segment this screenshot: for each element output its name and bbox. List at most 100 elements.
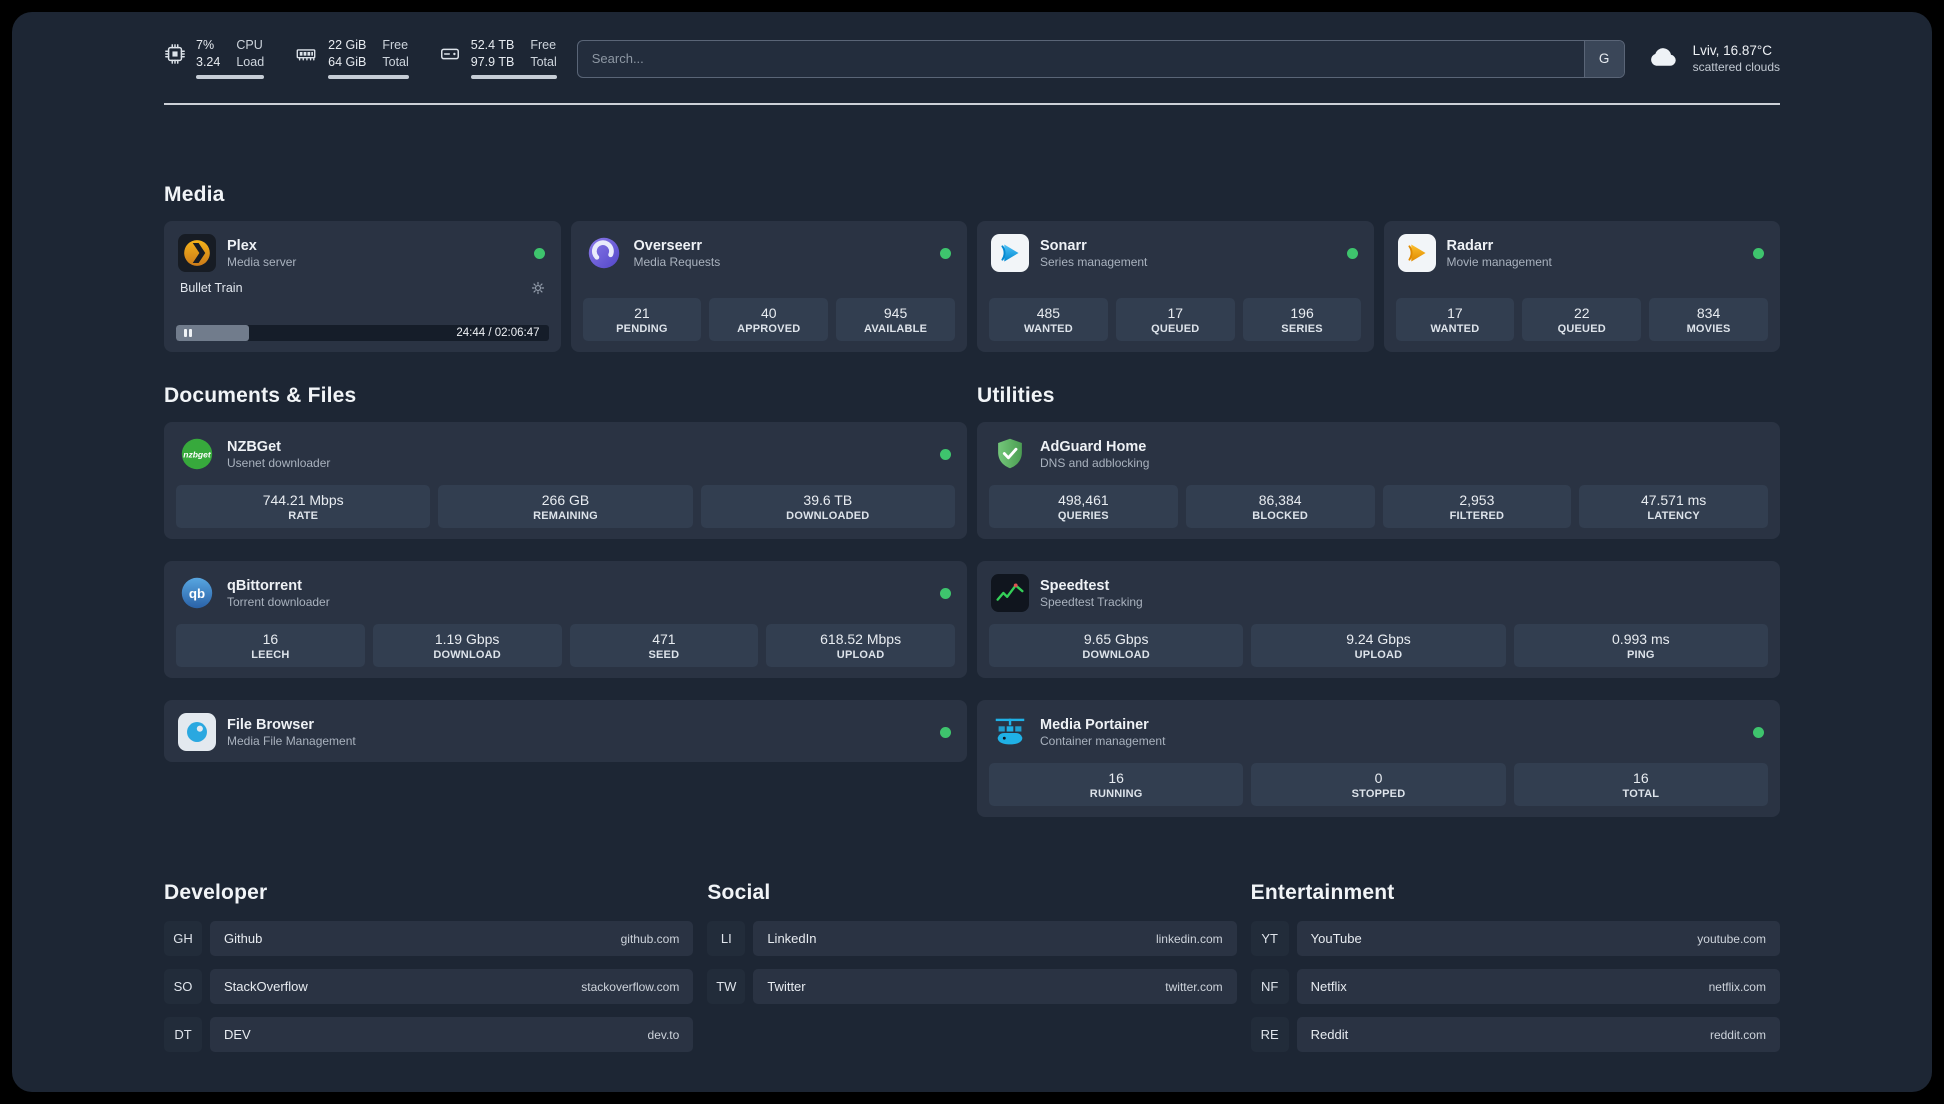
bookmark-twitter[interactable]: Twitter twitter.com: [753, 969, 1237, 1005]
stat-tile: 834 MOVIES: [1649, 298, 1768, 342]
stat-tile: 40 APPROVED: [709, 298, 829, 342]
section-title-documents: Documents & Files: [164, 384, 357, 408]
memory-total-value: 64 GiB: [328, 54, 367, 69]
bookmark-stackoverflow[interactable]: StackOverflow stackoverflow.com: [210, 969, 694, 1005]
app-name: qBittorrent: [227, 577, 302, 594]
bookmark-group-entertainment: Entertainment YT YouTube youtube.com NF …: [1250, 881, 1780, 1065]
nzbget-icon: nzbget: [181, 439, 213, 470]
cpu-usage-bar: [196, 75, 265, 80]
storage-free-value: 52.4 TB: [470, 38, 515, 52]
status-dot: [940, 448, 951, 460]
stat-tile: 196 SERIES: [1242, 298, 1362, 342]
status-dot: [940, 587, 951, 599]
app-name: Speedtest: [1040, 577, 1110, 594]
app-subtitle: DNS and adblocking: [1040, 455, 1150, 470]
memory-usage-bar: [328, 75, 409, 80]
section-utilities: Utilities AdGuard Home DNS and adblockin…: [977, 384, 1780, 818]
stat-tile: 0.993 ms PING: [1513, 624, 1768, 668]
stat-tile: 471 SEED: [569, 624, 759, 668]
nzbget-card[interactable]: nzbget NZBGet Usenet downloader 744.21 M…: [164, 422, 967, 540]
plex-card[interactable]: Plex Media server Bullet Train 24:44 / 0…: [164, 221, 561, 353]
status-dot: [1346, 247, 1358, 259]
filebrowser-card[interactable]: File Browser Media File Management: [164, 700, 967, 763]
app-name: Plex: [227, 237, 257, 254]
stat-tile: 86,384 BLOCKED: [1185, 485, 1375, 529]
adguard-card[interactable]: AdGuard Home DNS and adblocking 498,461 Q…: [977, 422, 1780, 540]
stat-tile: 16 RUNNING: [989, 763, 1244, 807]
plex-progress-bar[interactable]: 24:44 / 02:06:47: [176, 325, 549, 342]
bookmark-github[interactable]: Github github.com: [210, 921, 694, 957]
bookmark-dev[interactable]: DEV dev.to: [210, 1017, 694, 1053]
cpu-label-1: CPU: [236, 38, 263, 52]
bookmark-youtube[interactable]: YouTube youtube.com: [1296, 921, 1780, 957]
stat-tile: 47.571 ms LATENCY: [1579, 485, 1768, 529]
section-documents: Documents & Files nzbget NZBGet Usenet d…: [164, 384, 967, 763]
bookmark-netflix[interactable]: Netflix netflix.com: [1296, 969, 1780, 1005]
app-subtitle: Series management: [1040, 254, 1148, 269]
status-dot: [1753, 726, 1764, 738]
stat-tile: 266 GB REMAINING: [438, 485, 693, 529]
adguard-icon: [998, 439, 1022, 469]
status-dot: [940, 726, 951, 738]
bookmark-group-social: Social LI LinkedIn linkedin.com TW Twitt…: [707, 881, 1237, 1017]
stat-tile: 17 WANTED: [1395, 298, 1515, 342]
bookmark-abbr: NF: [1250, 969, 1289, 1005]
overseerr-card[interactable]: Overseerr Media Requests 21 PENDING 40 APP…: [570, 221, 967, 353]
now-playing-title: Bullet Train: [180, 281, 243, 296]
memory-free-value: 22 GiB: [328, 38, 367, 52]
app-name: AdGuard Home: [1040, 438, 1147, 455]
app-subtitle: Container management: [1040, 733, 1166, 748]
stat-tile: 1.19 Gbps DOWNLOAD: [372, 624, 562, 668]
qbittorrent-card[interactable]: qb qBittorrent Torrent downloader 16 LEEC…: [164, 561, 967, 679]
gear-icon[interactable]: [531, 281, 545, 295]
section-title-social: Social: [707, 881, 771, 905]
overseerr-icon: [588, 238, 619, 269]
app-name: Radarr: [1446, 237, 1494, 254]
qbittorrent-icon: qb: [181, 578, 213, 609]
cloud-icon: [1650, 47, 1676, 66]
radarr-card[interactable]: Radarr Movie management 17 WANTED 22 QUEUE…: [1383, 221, 1780, 353]
bookmark-reddit[interactable]: Reddit reddit.com: [1296, 1017, 1780, 1053]
app-name: NZBGet: [227, 438, 281, 455]
app-subtitle: Speedtest Tracking: [1040, 594, 1143, 609]
storage-widget: 52.4 TB Free 97.9 TB Total: [439, 38, 557, 80]
app-subtitle: Media server: [227, 254, 297, 269]
search-engine-badge[interactable]: G: [1583, 40, 1624, 77]
status-dot: [940, 247, 951, 259]
speedtest-icon: [991, 574, 1029, 613]
bookmark-abbr: SO: [164, 969, 202, 1005]
weather-location: Lviv, 16.87°C: [1692, 43, 1773, 59]
plex-icon: [178, 234, 216, 273]
portainer-card[interactable]: Media Portainer Container management 16 R…: [977, 700, 1780, 818]
weather-widget[interactable]: Lviv, 16.87°C scattered clouds: [1645, 42, 1780, 76]
section-title-media: Media: [164, 183, 225, 207]
sonarr-card[interactable]: Sonarr Series management 485 WANTED 17 QUE…: [977, 221, 1374, 353]
stat-tile: 16 LEECH: [176, 624, 365, 668]
app-name: Media Portainer: [1040, 716, 1149, 733]
svg-text:qb: qb: [189, 586, 205, 601]
stat-tile: 22 QUEUED: [1522, 298, 1642, 342]
storage-icon: [440, 48, 459, 60]
stat-tile: 2,953 FILTERED: [1382, 485, 1572, 529]
bookmark-group-developer: Developer GH Github github.com SO StackO…: [164, 881, 694, 1065]
app-subtitle: Usenet downloader: [227, 455, 331, 470]
status-dot: [1753, 247, 1764, 259]
section-media: Media Plex Media server Bullet Train 24:…: [164, 183, 1780, 353]
cpu-widget: 7% CPU 3.24 Load: [164, 38, 265, 80]
stat-tile: 16 TOTAL: [1513, 763, 1768, 807]
app-name: File Browser: [227, 716, 315, 733]
speedtest-card[interactable]: Speedtest Speedtest Tracking 9.65 Gbps DO…: [977, 561, 1780, 679]
stat-tile: 618.52 Mbps UPLOAD: [766, 624, 955, 668]
search-input[interactable]: [577, 51, 1624, 67]
storage-label-1: Free: [530, 38, 557, 52]
stat-tile: 21 PENDING: [582, 298, 702, 342]
stat-tile: 744.21 Mbps RATE: [176, 485, 431, 529]
svg-text:nzbget: nzbget: [183, 450, 212, 460]
app-subtitle: Media Requests: [633, 254, 721, 269]
status-dot: [533, 247, 545, 259]
bookmark-abbr: RE: [1250, 1017, 1289, 1053]
memory-widget: 22 GiB Free 64 GiB Total: [294, 38, 409, 80]
bookmark-linkedin[interactable]: LinkedIn linkedin.com: [753, 921, 1237, 957]
pause-icon[interactable]: [184, 329, 192, 338]
search-bar: G: [576, 39, 1625, 78]
